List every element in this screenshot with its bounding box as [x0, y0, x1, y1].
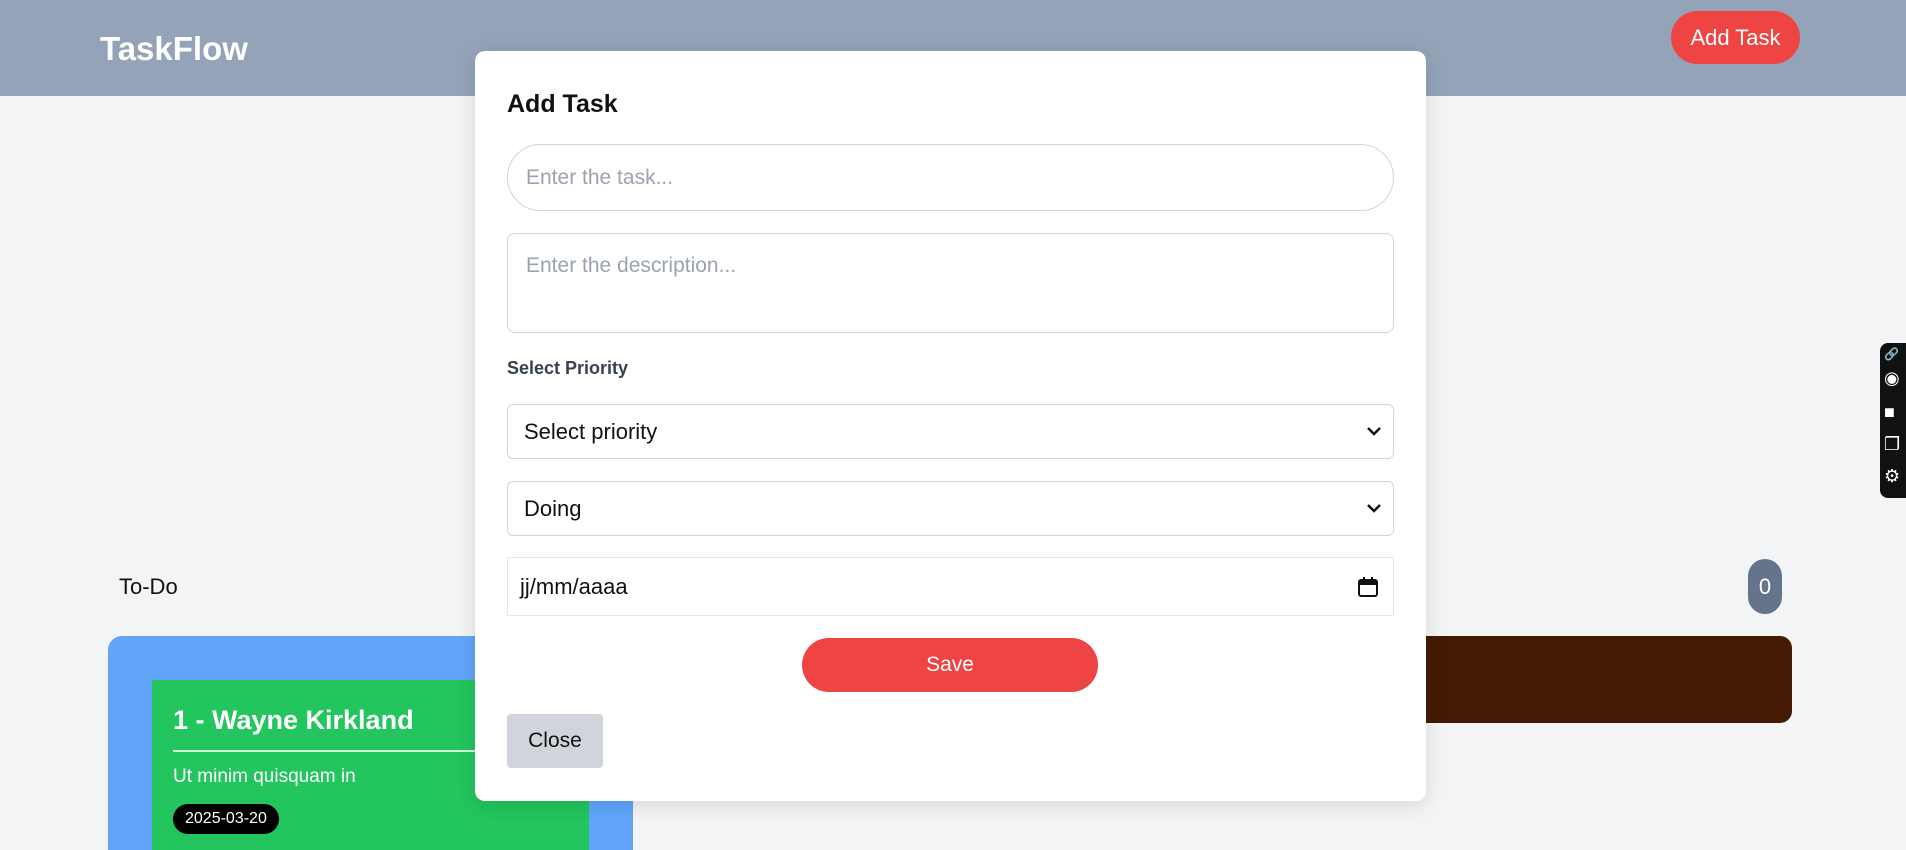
status-select[interactable]: Doing — [507, 481, 1394, 536]
column-title-todo: To-Do — [119, 574, 178, 599]
add-task-button[interactable]: Add Task — [1671, 11, 1800, 64]
camera-icon[interactable]: ◉ — [1884, 369, 1900, 387]
window-icon[interactable]: ❐ — [1884, 435, 1900, 453]
status-select-value: Doing — [524, 495, 582, 521]
task-card-title: 1 - Wayne Kirkland — [173, 705, 414, 735]
due-date-input[interactable]: jj/mm/aaaa — [507, 557, 1394, 616]
task-card-date-badge: 2025-03-20 — [173, 804, 279, 834]
save-button[interactable]: Save — [802, 638, 1098, 692]
brand-logo[interactable]: TaskFlow — [100, 30, 248, 68]
link-icon[interactable]: 🔗 — [1884, 345, 1899, 363]
video-icon[interactable]: ■ — [1884, 403, 1895, 421]
due-date-placeholder: jj/mm/aaaa — [520, 573, 628, 599]
task-card-description: Ut minim quisquam in — [173, 766, 356, 787]
task-input[interactable] — [507, 144, 1394, 211]
priority-label: Select Priority — [507, 358, 629, 378]
calendar-icon[interactable] — [1357, 576, 1379, 598]
priority-select-value: Select priority — [524, 418, 658, 444]
chevron-down-icon — [1367, 504, 1381, 513]
priority-select[interactable]: Select priority — [507, 404, 1394, 459]
description-input[interactable] — [507, 233, 1394, 333]
chevron-down-icon — [1367, 427, 1381, 436]
close-button[interactable]: Close — [507, 714, 603, 768]
modal-title: Add Task — [507, 90, 618, 118]
screen-capture-toolbar: 🔗 ◉ ■ ❐ ⚙ — [1880, 343, 1906, 498]
count-badge: 0 — [1748, 559, 1782, 614]
gear-icon[interactable]: ⚙ — [1884, 467, 1900, 485]
add-task-modal: Add Task Select Priority Select priority… — [475, 51, 1426, 801]
